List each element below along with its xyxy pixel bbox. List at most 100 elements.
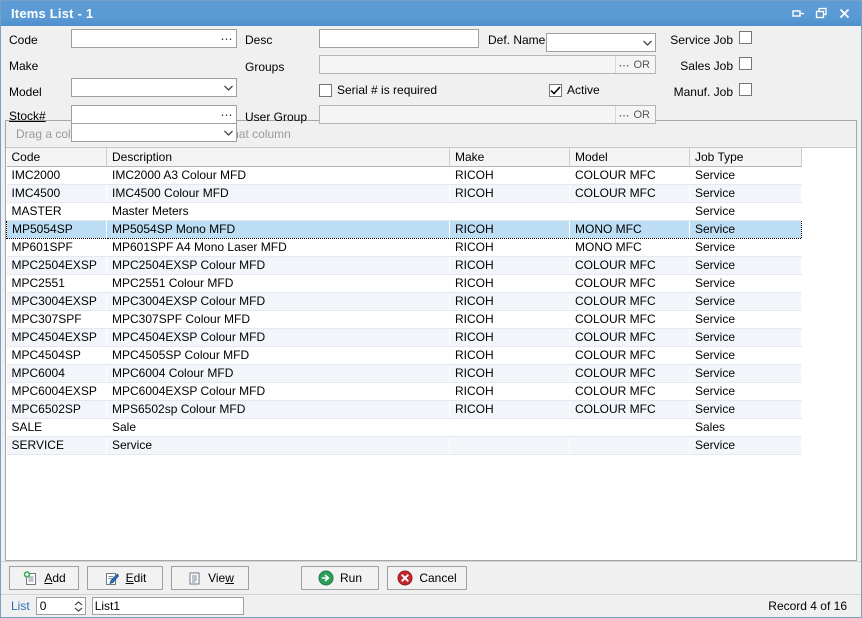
active-row[interactable]: Active — [549, 83, 600, 97]
cell-model: COLOUR MFC — [569, 382, 690, 401]
cell-job-type: Service — [689, 219, 802, 239]
cell-description: Service — [106, 436, 450, 455]
table-row[interactable]: MP601SPF MP601SPF A4 Mono Laser MFD RICOH M… — [6, 238, 802, 257]
column-header-description[interactable]: Description — [106, 148, 450, 167]
close-icon[interactable] — [837, 7, 851, 21]
def-name-combo[interactable] — [546, 33, 656, 52]
add-button-label: Add — [44, 571, 66, 585]
active-label: Active — [567, 83, 600, 97]
table-row[interactable]: MPC3004EXSP MPC3004EXSP Colour MFD RICOH CO… — [6, 292, 802, 311]
active-checkbox[interactable] — [549, 83, 562, 97]
cell-model — [569, 202, 690, 221]
list-number-value[interactable]: 0 — [37, 599, 73, 613]
cell-make — [449, 202, 570, 221]
cell-model: COLOUR MFC — [569, 292, 690, 311]
code-input-wrap[interactable]: ⋯ — [71, 29, 237, 48]
cell-model — [569, 436, 690, 455]
service-job-checkbox[interactable] — [739, 31, 752, 44]
table-row[interactable]: MPC6004 MPC6004 Colour MFD RICOH COLOUR MFC… — [6, 364, 802, 383]
stock-input-wrap[interactable]: ⋯ — [71, 105, 237, 124]
red-x-icon — [397, 570, 413, 586]
list-label[interactable]: List — [7, 599, 30, 613]
view-button[interactable]: View — [171, 566, 249, 590]
table-row[interactable]: IMC2000 IMC2000 A3 Colour MFD RICOH COLOUR … — [6, 166, 802, 185]
cell-code: IMC2000 — [6, 166, 107, 185]
groups-or-button[interactable]: ⋯ OR — [614, 56, 656, 73]
cell-model: COLOUR MFC — [569, 364, 690, 383]
column-header-job-type[interactable]: Job Type — [689, 148, 802, 167]
cell-description: MPC6004 Colour MFD — [106, 364, 450, 383]
cell-code: MP5054SP — [6, 219, 107, 239]
table-row[interactable]: MPC2504EXSP MPC2504EXSP Colour MFD RICOH CO… — [6, 256, 802, 275]
table-body: IMC2000 IMC2000 A3 Colour MFD RICOH COLOUR … — [6, 166, 802, 455]
column-header-model[interactable]: Model — [569, 148, 690, 167]
cell-make: RICOH — [449, 219, 570, 239]
sales-job-checkbox[interactable] — [739, 57, 752, 70]
table-row[interactable]: MPC307SPF MPC307SPF Colour MFD RICOH COLOUR… — [6, 310, 802, 329]
manuf-job-checkbox[interactable] — [739, 83, 752, 96]
stock-lookup-icon[interactable]: ⋯ — [218, 105, 236, 124]
cell-description: MPC4504EXSP Colour MFD — [106, 328, 450, 347]
groups-lookup-icon: ⋯ — [618, 60, 631, 72]
cell-make: RICOH — [449, 346, 570, 365]
cell-code: MPC307SPF — [6, 310, 107, 329]
cell-description: MPC307SPF Colour MFD — [106, 310, 450, 329]
chevron-down-icon[interactable] — [220, 79, 236, 96]
make-combo[interactable] — [71, 78, 237, 97]
table-row[interactable]: MASTER Master Meters Service — [6, 202, 802, 221]
cell-job-type: Service — [689, 436, 802, 455]
auto-hide-pin-icon[interactable] — [791, 7, 805, 21]
cell-job-type: Service — [689, 310, 802, 329]
table-row[interactable]: MPC6502SP MPS6502sp Colour MFD RICOH COLOUR… — [6, 400, 802, 419]
table-row[interactable]: MPC6004EXSP MPC6004EXSP Colour MFD RICOH CO… — [6, 382, 802, 401]
run-button[interactable]: Run — [301, 566, 379, 590]
add-button[interactable]: Add — [9, 566, 79, 590]
cell-description: IMC2000 A3 Colour MFD — [106, 166, 450, 185]
cell-code: MPC3004EXSP — [6, 292, 107, 311]
user-group-or-label: OR — [633, 108, 651, 121]
user-group-or-button[interactable]: ⋯ OR — [614, 106, 656, 123]
cell-job-type: Service — [689, 400, 802, 419]
cell-make: RICOH — [449, 184, 570, 203]
restore-icon[interactable] — [814, 7, 828, 21]
model-combo[interactable] — [71, 123, 237, 142]
edit-button[interactable]: Edit — [87, 566, 163, 590]
stock-label[interactable]: Stock# — [9, 109, 46, 123]
items-list-window: Items List - 1 Code ⋯ Desc Def. Name Ser… — [0, 0, 862, 618]
cell-model: COLOUR MFC — [569, 166, 690, 185]
column-header-make[interactable]: Make — [449, 148, 570, 167]
window-controls — [791, 7, 857, 21]
table-header-row: Code Description Make Model Job Type — [6, 148, 802, 167]
desc-input[interactable] — [319, 29, 479, 48]
serial-required-row[interactable]: Serial # is required — [319, 83, 437, 97]
cell-description: Master Meters — [106, 202, 450, 221]
manuf-job-label: Manuf. Job — [673, 85, 733, 99]
cell-make: RICOH — [449, 256, 570, 275]
cancel-button[interactable]: Cancel — [387, 566, 467, 590]
cell-code: SERVICE — [6, 436, 107, 455]
cell-description: MPC6004EXSP Colour MFD — [106, 382, 450, 401]
table-row[interactable]: SALE Sale Sales — [6, 418, 802, 437]
groups-field[interactable]: ⋯ OR — [319, 55, 656, 74]
column-header-code[interactable]: Code — [6, 148, 107, 167]
cell-job-type: Service — [689, 274, 802, 293]
list-number-stepper[interactable]: 0 — [35, 597, 86, 615]
code-lookup-icon[interactable]: ⋯ — [218, 29, 236, 48]
table-row[interactable]: IMC4500 IMC4500 Colour MFD RICOH COLOUR MFC… — [6, 184, 802, 203]
table-row[interactable]: SERVICE Service Service — [6, 436, 802, 455]
chevron-down-icon[interactable] — [220, 124, 236, 141]
stepper-arrows-icon[interactable] — [73, 598, 85, 614]
list-name-input[interactable] — [91, 597, 244, 615]
grid-scroll-area[interactable]: Code Description Make Model Job Type IMC2000… — [6, 148, 856, 560]
cell-code: MPC2504EXSP — [6, 256, 107, 275]
cell-model: MONO MFC — [569, 219, 690, 239]
cell-code: MPC6004 — [6, 364, 107, 383]
table-row[interactable]: MPC4504EXSP MPC4504EXSP Colour MFD RICOH CO… — [6, 328, 802, 347]
serial-required-checkbox[interactable] — [319, 83, 332, 97]
table-row[interactable]: MPC4504SP MPC4505SP Colour MFD RICOH COLOUR… — [6, 346, 802, 365]
cell-model — [569, 418, 690, 437]
table-row[interactable]: MPC2551 MPC2551 Colour MFD RICOH COLOUR MFC… — [6, 274, 802, 293]
table-row[interactable]: MP5054SP MP5054SP Mono MFD RICOH MONO MFC Se… — [6, 219, 802, 239]
cell-code: MP601SPF — [6, 238, 107, 257]
user-group-field[interactable]: ⋯ OR — [319, 105, 656, 124]
